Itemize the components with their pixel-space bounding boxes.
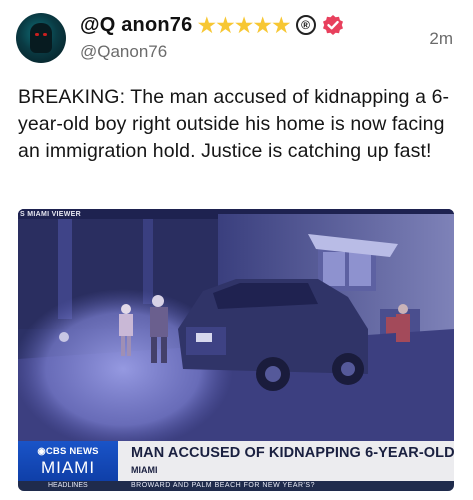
avatar-figure — [30, 23, 52, 53]
avatar-eye-right — [43, 33, 47, 36]
news-lower-third: ◉CBS NEWS MIAMI MAN ACCUSED OF KIDNAPPIN… — [18, 441, 454, 491]
cbs-eye-icon: ◉ — [37, 446, 46, 457]
post-video-thumbnail[interactable]: S MIAMI VIEWER ◉CBS NEWS MIAMI MAN ACCUS… — [18, 209, 454, 491]
display-name-row: @Q anon76 ★ ★ ★ ★ ★ ® — [80, 12, 344, 38]
logo-station: MIAMI — [40, 458, 96, 477]
verified-badge-icon — [322, 15, 343, 35]
tweet-card: @Q anon76 ★ ★ ★ ★ ★ ® @Qanon76 2m BREAKI… — [0, 0, 473, 500]
star-icon: ★ — [233, 11, 255, 38]
star-icon: ★ — [215, 11, 236, 38]
star-icon: ★ — [196, 11, 218, 38]
ticker-label: HEADLINES — [48, 482, 88, 489]
user-handle[interactable]: @Qanon76 — [80, 42, 167, 62]
post-timestamp[interactable]: 2m — [429, 29, 453, 49]
display-name[interactable]: @Q anon76 — [80, 14, 192, 37]
surveillance-scene-image — [18, 209, 454, 441]
star-rating: ★ ★ ★ ★ ★ — [196, 11, 292, 38]
registered-icon: ® — [295, 15, 316, 35]
post-text: BREAKING: The man accused of kidnapping … — [18, 86, 450, 162]
star-icon: ★ — [252, 11, 273, 38]
logo-network-text: CBS NEWS — [45, 446, 99, 457]
ticker-text: BROWARD AND PALM BEACH FOR NEW YEAR'S? — [131, 482, 315, 489]
avatar[interactable] — [16, 13, 66, 63]
star-icon: ★ — [270, 11, 292, 38]
news-headline: MAN ACCUSED OF KIDNAPPING 6-YEAR-OLD B( — [131, 445, 454, 461]
video-watermark: S MIAMI VIEWER — [20, 211, 81, 218]
logo-network: ◉CBS NEWS — [18, 446, 118, 457]
cbs-news-logo: ◉CBS NEWS MIAMI — [18, 441, 118, 481]
avatar-eye-left — [35, 33, 39, 36]
news-ticker: HEADLINES BROWARD AND PALM BEACH FOR NEW… — [18, 481, 454, 491]
news-location: MIAMI — [131, 465, 158, 475]
